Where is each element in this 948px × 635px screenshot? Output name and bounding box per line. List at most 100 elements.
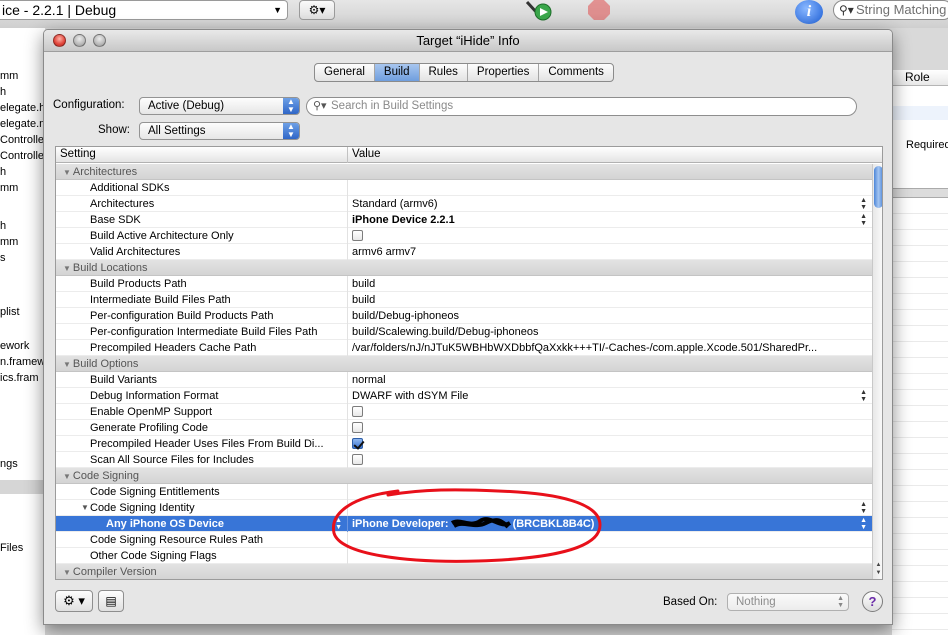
table-row[interactable]: Build Variants normal [56,372,872,388]
disclosure-triangle-icon[interactable]: ▼ [63,360,71,369]
sidebar-item[interactable]: n.framew [0,356,45,368]
value-cell[interactable]: armv6 armv7 [349,244,872,260]
build-settings-search-field[interactable]: ⚲▾ Search in Build Settings [306,97,857,116]
role-column-header[interactable]: Role [892,70,948,86]
table-row[interactable]: Precompiled Headers Cache Path/var/folde… [56,340,872,356]
sidebar-item[interactable]: h [0,166,45,178]
value-cell[interactable] [349,484,872,500]
show-list-button[interactable]: ▤ [98,590,124,612]
value-cell[interactable]: build [349,292,872,308]
scroll-arrows-icon[interactable]: ▲ ▼ [874,561,882,577]
value-column-header[interactable]: Value [348,147,381,162]
table-row[interactable]: Code Signing Resource Rules Path [56,532,872,548]
value-cell[interactable] [349,404,872,420]
sidebar-item[interactable]: Controlle [0,134,45,146]
stepper-arrows-icon[interactable]: ▲ ▼ [335,516,342,531]
tab-comments[interactable]: Comments [539,64,613,81]
sidebar-item[interactable]: elegate.h [0,102,45,114]
tab-general[interactable]: General [315,64,375,81]
tab-rules[interactable]: Rules [420,64,468,81]
build-and-go-icon[interactable] [524,0,554,22]
checkbox[interactable] [352,437,363,449]
action-gear-button[interactable]: ⚙▾ [299,0,335,20]
split-divider[interactable] [892,188,948,198]
value-cell[interactable] [349,548,872,564]
tab-properties[interactable]: Properties [468,64,540,81]
table-row[interactable]: Additional SDKs [56,180,872,196]
table-row[interactable]: Scan All Source Files for Includes [56,452,872,468]
value-cell[interactable]: build/Scalewing.build/Debug-iphoneos [349,324,872,340]
value-cell[interactable] [349,228,872,244]
stepper-arrows-icon[interactable]: ▲ ▼ [860,388,867,403]
disclosure-triangle-icon[interactable]: ▼ [81,500,89,516]
value-cell[interactable]: ▲ ▼ [349,500,872,516]
sidebar-item[interactable]: s [0,252,45,264]
help-button[interactable]: ? [862,591,883,612]
value-cell[interactable]: iPhone Developer: (BRCBKL8B4C) ▲ ▼ [349,516,872,532]
sidebar-item[interactable]: h [0,220,45,232]
sidebar-item[interactable]: mm [0,236,45,248]
value-cell[interactable]: build/Debug-iphoneos [349,308,872,324]
tab-build[interactable]: Build [374,64,420,81]
vertical-scrollbar[interactable]: ▲ ▼ [872,164,882,579]
value-cell[interactable] [349,180,872,196]
sidebar-item[interactable]: elegate.m [0,118,45,130]
stepper-arrows-icon[interactable]: ▲ ▼ [860,196,867,211]
table-row[interactable]: Build Active Architecture Only [56,228,872,244]
show-popup[interactable]: All Settings ▲ ▼ [139,122,300,140]
stepper-arrows-icon[interactable]: ▲ ▼ [860,500,867,515]
table-row[interactable]: Valid Architectures armv6 armv7 [56,244,872,260]
sidebar-item[interactable]: Files [0,542,45,554]
close-button[interactable] [53,34,66,47]
scrollbar-thumb[interactable] [874,166,882,208]
disclosure-triangle-icon[interactable]: ▼ [63,168,71,177]
settings-action-button[interactable]: ⚙ ▾ [55,590,93,612]
sidebar-item[interactable]: h [0,86,45,98]
based-on-popup[interactable]: Nothing ▲ ▼ [727,593,849,611]
sidebar-item[interactable]: Controlle [0,150,45,162]
setting-column-header[interactable]: Setting [56,147,348,163]
value-cell[interactable]: build [349,276,872,292]
checkbox[interactable] [352,405,363,417]
info-icon[interactable]: i [795,0,823,24]
value-cell[interactable] [349,452,872,468]
stepper-arrows-icon[interactable]: ▲ ▼ [860,212,867,227]
table-row[interactable]: Base SDK iPhone Device 2.2.1 ▲ ▼ [56,212,872,228]
checkbox[interactable] [352,453,363,465]
sidebar-item[interactable]: ngs [0,458,45,470]
sidebar-item[interactable]: plist [0,306,45,318]
table-row[interactable]: Per-configuration Build Products Path bui… [56,308,872,324]
checkbox[interactable] [352,421,363,433]
minimize-button[interactable] [73,34,86,47]
table-row[interactable]: Intermediate Build Files Path build [56,292,872,308]
table-row[interactable]: Build Products Path build [56,276,872,292]
sidebar-item[interactable]: mm [0,182,45,194]
sidebar-item[interactable]: ics.fram [0,372,45,384]
zoom-button[interactable] [93,34,106,47]
configuration-popup[interactable]: Active (Debug) ▲ ▼ [139,97,300,115]
value-cell[interactable] [349,420,872,436]
stop-icon[interactable] [586,0,612,20]
value-cell[interactable]: normal [349,372,872,388]
disclosure-triangle-icon[interactable]: ▼ [63,568,71,577]
value-cell[interactable]: /var/folders/nJ/nJTuK5WBHbWXDbbfQaXxkk++… [349,340,872,356]
table-row[interactable]: Precompiled Header Uses Files From Build… [56,436,872,452]
table-row[interactable]: Code Signing Entitlements [56,484,872,500]
title-bar[interactable]: Target “iHide” Info [44,30,892,52]
value-cell[interactable]: iPhone Device 2.2.1 ▲ ▼ [349,212,872,228]
value-cell[interactable] [349,532,872,548]
table-row[interactable]: Enable OpenMP Support [56,404,872,420]
table-row[interactable]: Other Code Signing Flags [56,548,872,564]
table-row[interactable]: Per-configuration Intermediate Build Fil… [56,324,872,340]
settings-group-row[interactable]: ▼ Build Options [56,356,872,372]
disclosure-triangle-icon[interactable]: ▼ [63,472,71,481]
sidebar-item[interactable]: ework [0,340,45,352]
table-row[interactable]: Architectures Standard (armv6) ▲ ▼ [56,196,872,212]
value-cell[interactable]: DWARF with dSYM File ▲ ▼ [349,388,872,404]
table-row[interactable]: Any iPhone OS Device ▲ ▼ iPhone Developer: (… [56,516,872,532]
active-scheme-popup[interactable]: ice - 2.2.1 | Debug ▼ [0,0,288,20]
table-row[interactable]: Generate Profiling Code [56,420,872,436]
value-cell[interactable]: Standard (armv6) ▲ ▼ [349,196,872,212]
disclosure-triangle-icon[interactable]: ▼ [63,264,71,273]
stepper-arrows-icon[interactable]: ▲ ▼ [860,516,867,531]
